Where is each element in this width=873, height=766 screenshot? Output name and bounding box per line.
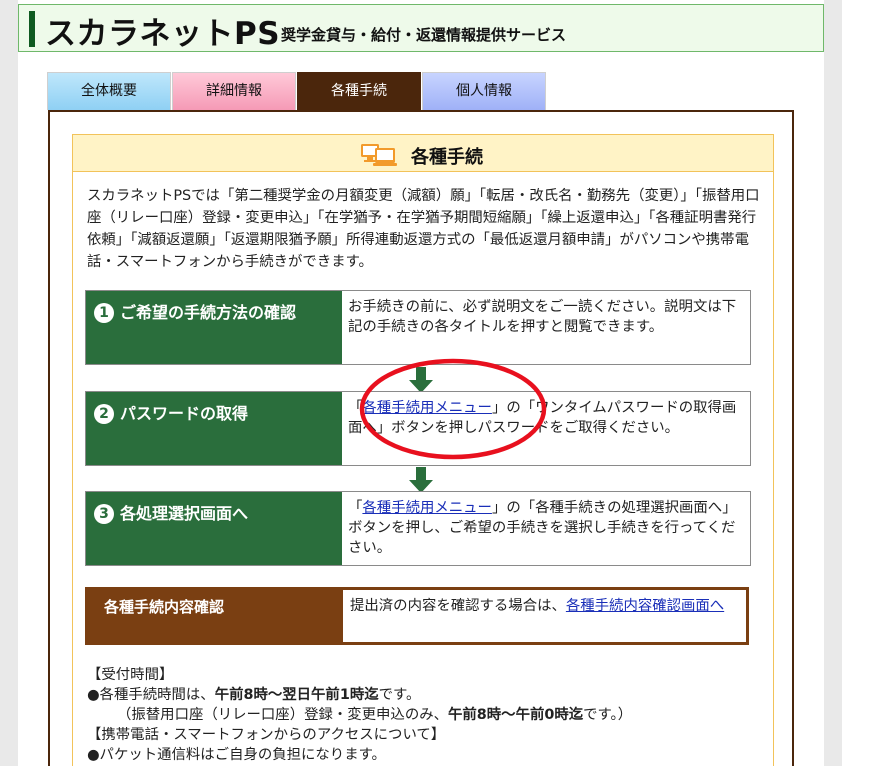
confirm-screen-link[interactable]: 各種手続内容確認画面へ (566, 598, 724, 614)
scroll-rail (842, 0, 873, 766)
step-get-password: 2 パスワードの取得 「各種手続用メニュー」の「ワンタイムパスワードの取得画面へ」… (85, 391, 751, 466)
confirm-description: 提出済の内容を確認する場合は、各種手続内容確認画面へ (350, 596, 742, 616)
note-text: です。 (378, 687, 421, 703)
step-1-label[interactable]: 1 ご希望の手続方法の確認 (86, 291, 342, 364)
step-3-title: 各処理選択画面へ (120, 504, 249, 523)
panel-header: 各種手続 (73, 135, 773, 172)
procedures-menu-link[interactable]: 各種手続用メニュー (362, 400, 492, 416)
step-number-badge: 2 (94, 404, 114, 424)
step-confirm-method: 1 ご希望の手続方法の確認 お手続きの前に、必ず説明文をご一読ください。説明文は下… (85, 290, 751, 365)
tab-bar: 全体概要 詳細情報 各種手続 個人情報 (47, 72, 547, 110)
tab-overview[interactable]: 全体概要 (47, 72, 171, 110)
note-text: （振替用口座（リレー口座）登録・変更申込のみ、 (117, 707, 448, 723)
site-subtitle: 奨学金貸与・給付・返還情報提供サービス (281, 26, 567, 44)
step-1-title: ご希望の手続方法の確認 (120, 303, 297, 322)
step-2-label[interactable]: 2 パスワードの取得 (86, 392, 342, 465)
panel-title: 各種手続 (411, 147, 483, 168)
main-content-box: 各種手続 スカラネットPSでは「第二種奨学金の月額変更（減額）願」「転居・改氏名… (48, 110, 794, 766)
computer-icon (361, 144, 397, 166)
tab-personal-info[interactable]: 個人情報 (422, 72, 546, 110)
tab-procedures[interactable]: 各種手続 (297, 72, 421, 110)
step-2-description: 「各種手続用メニュー」の「ワンタイムパスワードの取得画面へ」ボタンを押しパスワー… (348, 398, 744, 438)
relay-account-hours: （振替用口座（リレー口座）登録・変更申込のみ、午前8時～午前0時迄です。） (87, 705, 767, 725)
note-bold: 午前8時～午前0時迄 (448, 707, 584, 723)
step-3-description: 「各種手続用メニュー」の「各種手続きの処理選択画面へ」ボタンを押し、ご希望の手続… (348, 498, 744, 558)
confirm-text: 提出済の内容を確認する場合は、 (350, 598, 566, 614)
intro-text: スカラネットPSでは「第二種奨学金の月額変更（減額）願」「転居・改氏名・勤務先（… (87, 188, 760, 270)
packet-fee-note: ●パケット通信料はご自身の負担になります。 (87, 747, 386, 763)
quote-open: 「 (348, 400, 363, 416)
procedure-content-confirm: 各種手続内容確認 提出済の内容を確認する場合は、各種手続内容確認画面へ (85, 587, 749, 645)
quote-open: 「 (348, 500, 363, 516)
step-number-badge: 3 (94, 504, 114, 524)
step-number-badge: 1 (94, 303, 114, 323)
tab-details[interactable]: 詳細情報 (172, 72, 296, 110)
reception-heading: 【受付時間】 (87, 667, 174, 683)
step-2-title: パスワードの取得 (120, 404, 249, 423)
header-accent-bar (29, 11, 35, 47)
note-bold: 午前8時～翌日午前1時迄 (214, 687, 379, 703)
note-text: ●各種手続時間は、 (87, 687, 215, 703)
site-title: スカラネットPS (45, 16, 281, 52)
arrow-down-icon (409, 467, 433, 493)
note-text: です。） (583, 707, 633, 723)
confirm-label[interactable]: 各種手続内容確認 (88, 590, 343, 642)
step-3-label[interactable]: 3 各処理選択画面へ (86, 492, 342, 565)
arrow-down-icon (409, 367, 433, 393)
step-1-description: お手続きの前に、必ず説明文をご一読ください。説明文は下記の手続きの各タイトルを押… (348, 299, 737, 335)
reception-hours: ●各種手続時間は、午前8時～翌日午前1時迄です。 (87, 685, 767, 705)
step-select-process: 3 各処理選択画面へ 「各種手続用メニュー」の「各種手続きの処理選択画面へ」ボタン… (85, 491, 751, 566)
mobile-heading: 【携帯電話・スマートフォンからのアクセスについて】 (87, 727, 446, 743)
procedures-panel: 各種手続 スカラネットPSでは「第二種奨学金の月額変更（減額）願」「転居・改氏名… (72, 134, 774, 766)
procedures-menu-link[interactable]: 各種手続用メニュー (362, 500, 492, 516)
page: スカラネットPS 奨学金貸与・給付・返還情報提供サービス 全体概要 詳細情報 各… (18, 0, 824, 766)
notes-section: 【受付時間】 ●各種手続時間は、午前8時～翌日午前1時迄です。 （振替用口座（リ… (87, 665, 767, 765)
site-header: スカラネットPS 奨学金貸与・給付・返還情報提供サービス (18, 4, 824, 52)
